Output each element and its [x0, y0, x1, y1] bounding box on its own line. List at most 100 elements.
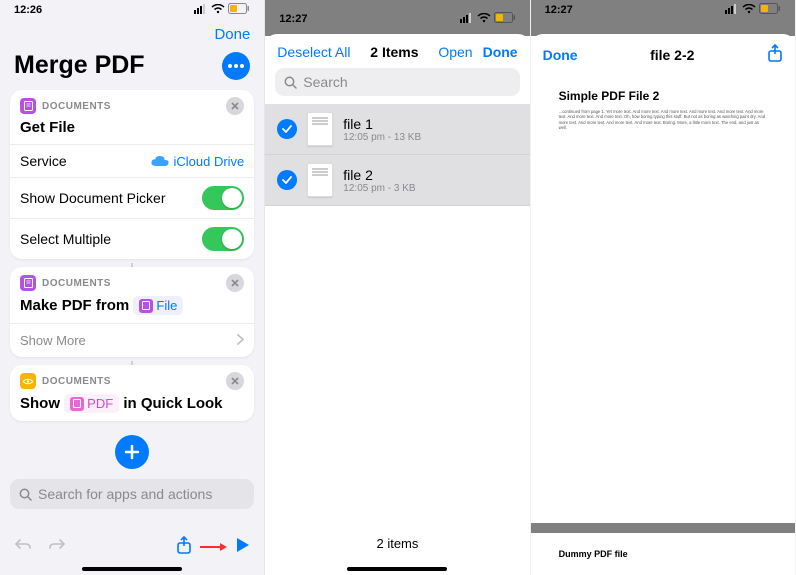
- background-dim: 12:27: [265, 0, 529, 36]
- documents-category-icon: [20, 275, 36, 291]
- search-input[interactable]: Search for apps and actions: [10, 479, 254, 509]
- wifi-icon: [477, 13, 491, 26]
- pdf-variable-icon: [70, 397, 84, 411]
- pdf-page2-title: Dummy PDF file: [559, 549, 628, 559]
- close-icon: [231, 279, 239, 287]
- file-thumbnail: [307, 112, 333, 146]
- preview-title: file 2-2: [650, 47, 694, 63]
- file-name: file 2: [343, 167, 415, 183]
- battery-icon: [228, 3, 250, 17]
- close-icon: [231, 102, 239, 110]
- background-dim: 12:27: [531, 0, 795, 36]
- select-multiple-toggle[interactable]: [202, 227, 244, 251]
- title-row: Merge PDF: [0, 49, 264, 90]
- select-multiple-row: Select Multiple: [10, 218, 254, 259]
- status-icons: [725, 3, 781, 17]
- page-gap: [531, 523, 795, 533]
- picker-sheet: Deselect All 2 Items Open Done Search fi…: [265, 34, 529, 575]
- selection-check[interactable]: [277, 170, 297, 190]
- picker-search-input[interactable]: Search: [275, 68, 519, 96]
- share-button[interactable]: [767, 44, 783, 65]
- variable-pill-pdf[interactable]: PDF: [64, 394, 119, 413]
- open-button[interactable]: Open: [438, 44, 472, 60]
- check-icon: [282, 125, 292, 133]
- redo-button[interactable]: [48, 538, 66, 557]
- nav-bar: Done: [0, 18, 264, 49]
- card-title: Get File: [10, 117, 254, 144]
- share-button[interactable]: [176, 536, 192, 559]
- quicklook-category-icon: [20, 373, 36, 389]
- line-suffix: in Quick Look: [123, 395, 222, 412]
- status-time: 12:27: [545, 4, 573, 16]
- icloud-icon: [151, 155, 169, 167]
- cellular-icon: [460, 13, 474, 26]
- picker-footer: 2 items: [265, 526, 529, 561]
- status-bar: 12:27: [531, 0, 795, 18]
- run-button[interactable]: [236, 537, 250, 558]
- pdf-page1-title: Simple PDF File 2: [559, 89, 767, 103]
- file-row[interactable]: file 2 12:05 pm - 3 KB: [265, 155, 529, 206]
- service-row[interactable]: Service iCloud Drive: [10, 144, 254, 177]
- search-icon: [19, 488, 32, 501]
- remove-action-button[interactable]: [226, 372, 244, 390]
- selection-check[interactable]: [277, 119, 297, 139]
- deselect-all-button[interactable]: Deselect All: [277, 44, 350, 60]
- pdf-preview[interactable]: Simple PDF File 2 ...continued from page…: [531, 73, 795, 575]
- service-value: iCloud Drive: [151, 154, 244, 169]
- ellipsis-icon: [228, 64, 244, 68]
- cellular-icon: [194, 4, 208, 17]
- pdf-page1-body: ...continued from page 1. Yet more text.…: [559, 109, 767, 131]
- line-prefix: Make PDF from: [20, 297, 129, 314]
- action-card-get-file: DOCUMENTS Get File Service iCloud Drive …: [10, 90, 254, 259]
- file-row[interactable]: file 1 12:05 pm - 13 KB: [265, 104, 529, 155]
- add-action-button[interactable]: [115, 435, 149, 469]
- preview-sheet: Done file 2-2 Simple PDF File 2 ...conti…: [531, 34, 795, 575]
- service-label: Service: [20, 153, 67, 169]
- wifi-icon: [742, 4, 756, 17]
- show-picker-label: Show Document Picker: [20, 190, 166, 206]
- document-picker-screen: 12:27 Deselect All 2 Items Open Done Sea…: [265, 0, 530, 575]
- file-info: file 2 12:05 pm - 3 KB: [343, 167, 415, 194]
- file-name: file 1: [343, 116, 421, 132]
- close-icon: [231, 377, 239, 385]
- card-title-line: Show PDF in Quick Look: [10, 392, 254, 421]
- select-multiple-label: Select Multiple: [20, 231, 111, 247]
- search-icon: [284, 76, 297, 89]
- search-placeholder: Search for apps and actions: [38, 486, 212, 502]
- done-button[interactable]: Done: [543, 47, 578, 63]
- quicklook-preview-screen: 12:27 Done file 2-2 Simple PDF File 2 ..…: [531, 0, 796, 575]
- battery-icon: [494, 12, 516, 26]
- card-category: DOCUMENTS: [42, 376, 111, 387]
- pdf-page-1: Simple PDF File 2 ...continued from page…: [531, 73, 795, 147]
- bottom-toolbar: [0, 528, 264, 561]
- done-button[interactable]: Done: [483, 44, 518, 60]
- pdf-page-2: Dummy PDF file: [531, 533, 795, 575]
- undo-button[interactable]: [14, 538, 32, 557]
- documents-category-icon: [20, 98, 36, 114]
- plus-icon: [124, 444, 140, 460]
- variable-pill-file[interactable]: File: [133, 296, 183, 315]
- status-icons: [194, 3, 250, 17]
- remove-action-button[interactable]: [226, 274, 244, 292]
- file-info: file 1 12:05 pm - 13 KB: [343, 116, 421, 143]
- line-prefix: Show: [20, 395, 60, 412]
- card-category: DOCUMENTS: [42, 101, 111, 112]
- done-button[interactable]: Done: [214, 26, 250, 43]
- remove-action-button[interactable]: [226, 97, 244, 115]
- show-picker-toggle[interactable]: [202, 186, 244, 210]
- home-indicator: [82, 567, 182, 571]
- card-category: DOCUMENTS: [42, 278, 111, 289]
- file-meta: 12:05 pm - 3 KB: [343, 183, 415, 194]
- file-variable-icon: [139, 299, 153, 313]
- status-icons: [460, 12, 516, 26]
- status-time: 12:27: [279, 13, 307, 25]
- file-meta: 12:05 pm - 13 KB: [343, 132, 421, 143]
- status-time: 12:26: [14, 4, 42, 16]
- show-more-row[interactable]: Show More: [10, 323, 254, 357]
- more-button[interactable]: [222, 52, 250, 80]
- shortcuts-editor-screen: 12:26 Done Merge PDF DOCUMENTS Get File …: [0, 0, 265, 575]
- action-card-quick-look: DOCUMENTS Show PDF in Quick Look: [10, 365, 254, 421]
- card-header: DOCUMENTS: [10, 365, 254, 392]
- home-indicator: [347, 567, 447, 571]
- page-title: Merge PDF: [14, 51, 145, 80]
